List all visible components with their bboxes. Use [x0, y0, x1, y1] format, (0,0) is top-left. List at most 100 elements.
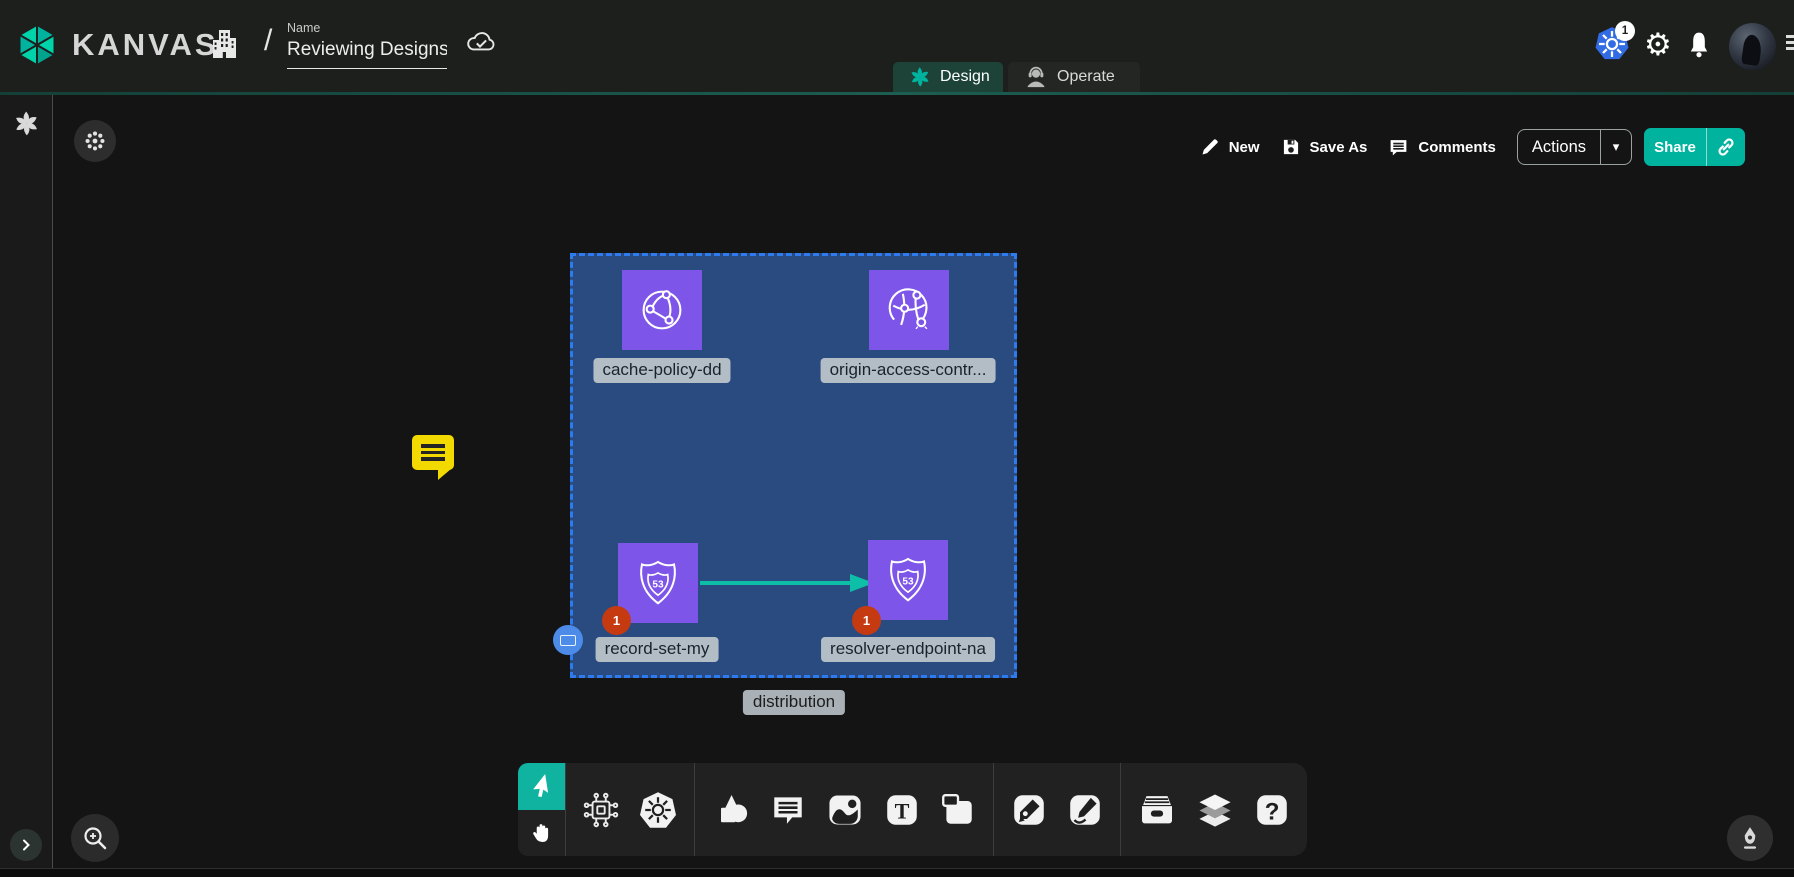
tab-design-label: Design	[940, 68, 990, 86]
note-tool[interactable]	[939, 791, 977, 829]
node-error-badge[interactable]: 1	[852, 606, 881, 635]
pen-nib-icon	[1736, 823, 1764, 853]
svg-text:T: T	[895, 798, 910, 823]
chevron-down-icon[interactable]: ▾	[1601, 130, 1631, 164]
pencil-scribble-icon	[1066, 791, 1104, 829]
node-label-resolver-endpoint[interactable]: resolver-endpoint-na	[821, 637, 995, 662]
shapes-tool[interactable]	[711, 790, 751, 830]
node-record-set[interactable]: 53	[618, 543, 698, 623]
pen-mode-button[interactable]	[1727, 815, 1773, 861]
node-cache-policy[interactable]	[622, 270, 702, 350]
left-sidebar	[0, 95, 53, 868]
text-tool[interactable]: T	[883, 791, 921, 829]
share-label: Share	[1644, 128, 1706, 166]
cursor-arrow-icon	[529, 773, 555, 799]
comment-bubble-icon	[1388, 137, 1409, 158]
library-tools: ?	[1121, 763, 1307, 856]
breadcrumb-separator: /	[264, 24, 272, 58]
workspace-building-icon[interactable]	[208, 26, 240, 62]
svg-text:?: ?	[1265, 798, 1280, 825]
operate-person-icon	[1024, 65, 1048, 89]
hamburger-menu-icon[interactable]	[1786, 35, 1794, 57]
group-label-distribution[interactable]: distribution	[743, 690, 845, 715]
cloudfront-network-globe-icon	[634, 282, 690, 338]
kanvas-logo-icon	[14, 22, 60, 68]
meshery-swirl-icon[interactable]	[13, 110, 40, 137]
comment-tool[interactable]	[769, 791, 807, 829]
comment-bubble-icon	[769, 791, 807, 829]
components-tool[interactable]	[582, 791, 620, 829]
note-icon	[939, 791, 977, 829]
user-avatar[interactable]	[1729, 23, 1776, 70]
app-header: KANVAS / Name	[0, 0, 1794, 92]
new-button[interactable]: New	[1200, 137, 1260, 157]
route53-shield-icon: 53	[631, 556, 685, 610]
node-label-cache-policy[interactable]: cache-policy-dd	[593, 358, 730, 383]
layers-tool[interactable]	[1195, 790, 1235, 830]
actions-label: Actions	[1518, 130, 1600, 164]
pen-path-icon	[1010, 791, 1048, 829]
svg-text:53: 53	[652, 580, 664, 591]
design-canvas[interactable]: New Save As	[54, 95, 1794, 868]
shapes-icon	[711, 790, 751, 830]
dot-grid-icon	[82, 128, 108, 154]
kubernetes-context-button[interactable]: 1	[1594, 26, 1636, 66]
context-count-badge: 1	[1615, 21, 1635, 41]
share-button[interactable]: Share	[1644, 128, 1745, 166]
pencil-draw-tool[interactable]	[1066, 791, 1104, 829]
node-origin-access[interactable]	[869, 270, 949, 350]
pan-tool[interactable]	[518, 810, 565, 857]
node-label-record-set[interactable]: record-set-my	[596, 637, 719, 662]
zoom-in-button[interactable]	[71, 814, 119, 862]
bottom-strip	[0, 868, 1794, 877]
save-as-label: Save As	[1310, 139, 1368, 156]
canvas-comment-pin[interactable]	[412, 435, 454, 470]
link-icon	[1715, 136, 1737, 158]
group-collapse-handle[interactable]	[553, 625, 583, 655]
header-accent-line	[0, 92, 1794, 95]
drawer-icon	[1137, 790, 1177, 830]
new-label: New	[1229, 139, 1260, 156]
magnifier-plus-icon	[81, 824, 109, 852]
image-tool[interactable]	[825, 790, 865, 830]
comments-button[interactable]: Comments	[1388, 137, 1496, 158]
select-tool[interactable]	[518, 763, 565, 810]
canvas-action-toolbar: New Save As	[1200, 128, 1745, 166]
actions-dropdown-button[interactable]: Actions ▾	[1517, 129, 1632, 165]
kubernetes-tool[interactable]	[638, 790, 678, 830]
tab-operate-label: Operate	[1057, 68, 1115, 86]
autosave-cloud-check-icon	[464, 29, 498, 55]
node-resolver-endpoint[interactable]: 53	[868, 540, 948, 620]
save-as-button[interactable]: Save As	[1281, 137, 1368, 157]
drawing-tools	[994, 763, 1120, 856]
infra-tools	[566, 763, 694, 856]
design-swirl-icon	[909, 66, 931, 88]
question-mark-icon: ?	[1253, 791, 1291, 829]
help-tool[interactable]: ?	[1253, 791, 1291, 829]
kanvas-logo: KANVAS	[14, 22, 219, 68]
design-name-input[interactable]	[287, 36, 447, 69]
annotation-tools: T	[695, 763, 993, 856]
drawer-tool[interactable]	[1137, 790, 1177, 830]
frame-icon	[560, 635, 576, 646]
origin-access-globe-icon	[881, 282, 937, 338]
tab-design[interactable]: Design	[893, 62, 1003, 92]
layers-icon	[1195, 790, 1235, 830]
design-name-field: Name	[287, 21, 447, 69]
tool-dock: T	[518, 763, 1307, 856]
pencil-icon	[1200, 137, 1220, 157]
sidebar-expand-button[interactable]	[10, 829, 42, 861]
dot-pattern-button[interactable]	[74, 120, 116, 162]
copy-link-button[interactable]	[1707, 128, 1745, 166]
app-title: KANVAS	[72, 27, 219, 63]
kanvas-app: KANVAS / Name	[0, 0, 1794, 877]
notifications-bell-icon[interactable]	[1686, 31, 1712, 59]
image-icon	[825, 790, 865, 830]
node-label-origin-access[interactable]: origin-access-contr...	[821, 358, 996, 383]
chevron-right-icon	[18, 837, 34, 853]
pen-path-tool[interactable]	[1010, 791, 1048, 829]
tab-operate[interactable]: Operate	[1008, 62, 1140, 92]
edge-record-to-resolver[interactable]	[700, 573, 876, 593]
node-error-badge[interactable]: 1	[602, 606, 631, 635]
settings-gear-icon[interactable]: ⚙	[1644, 26, 1672, 64]
